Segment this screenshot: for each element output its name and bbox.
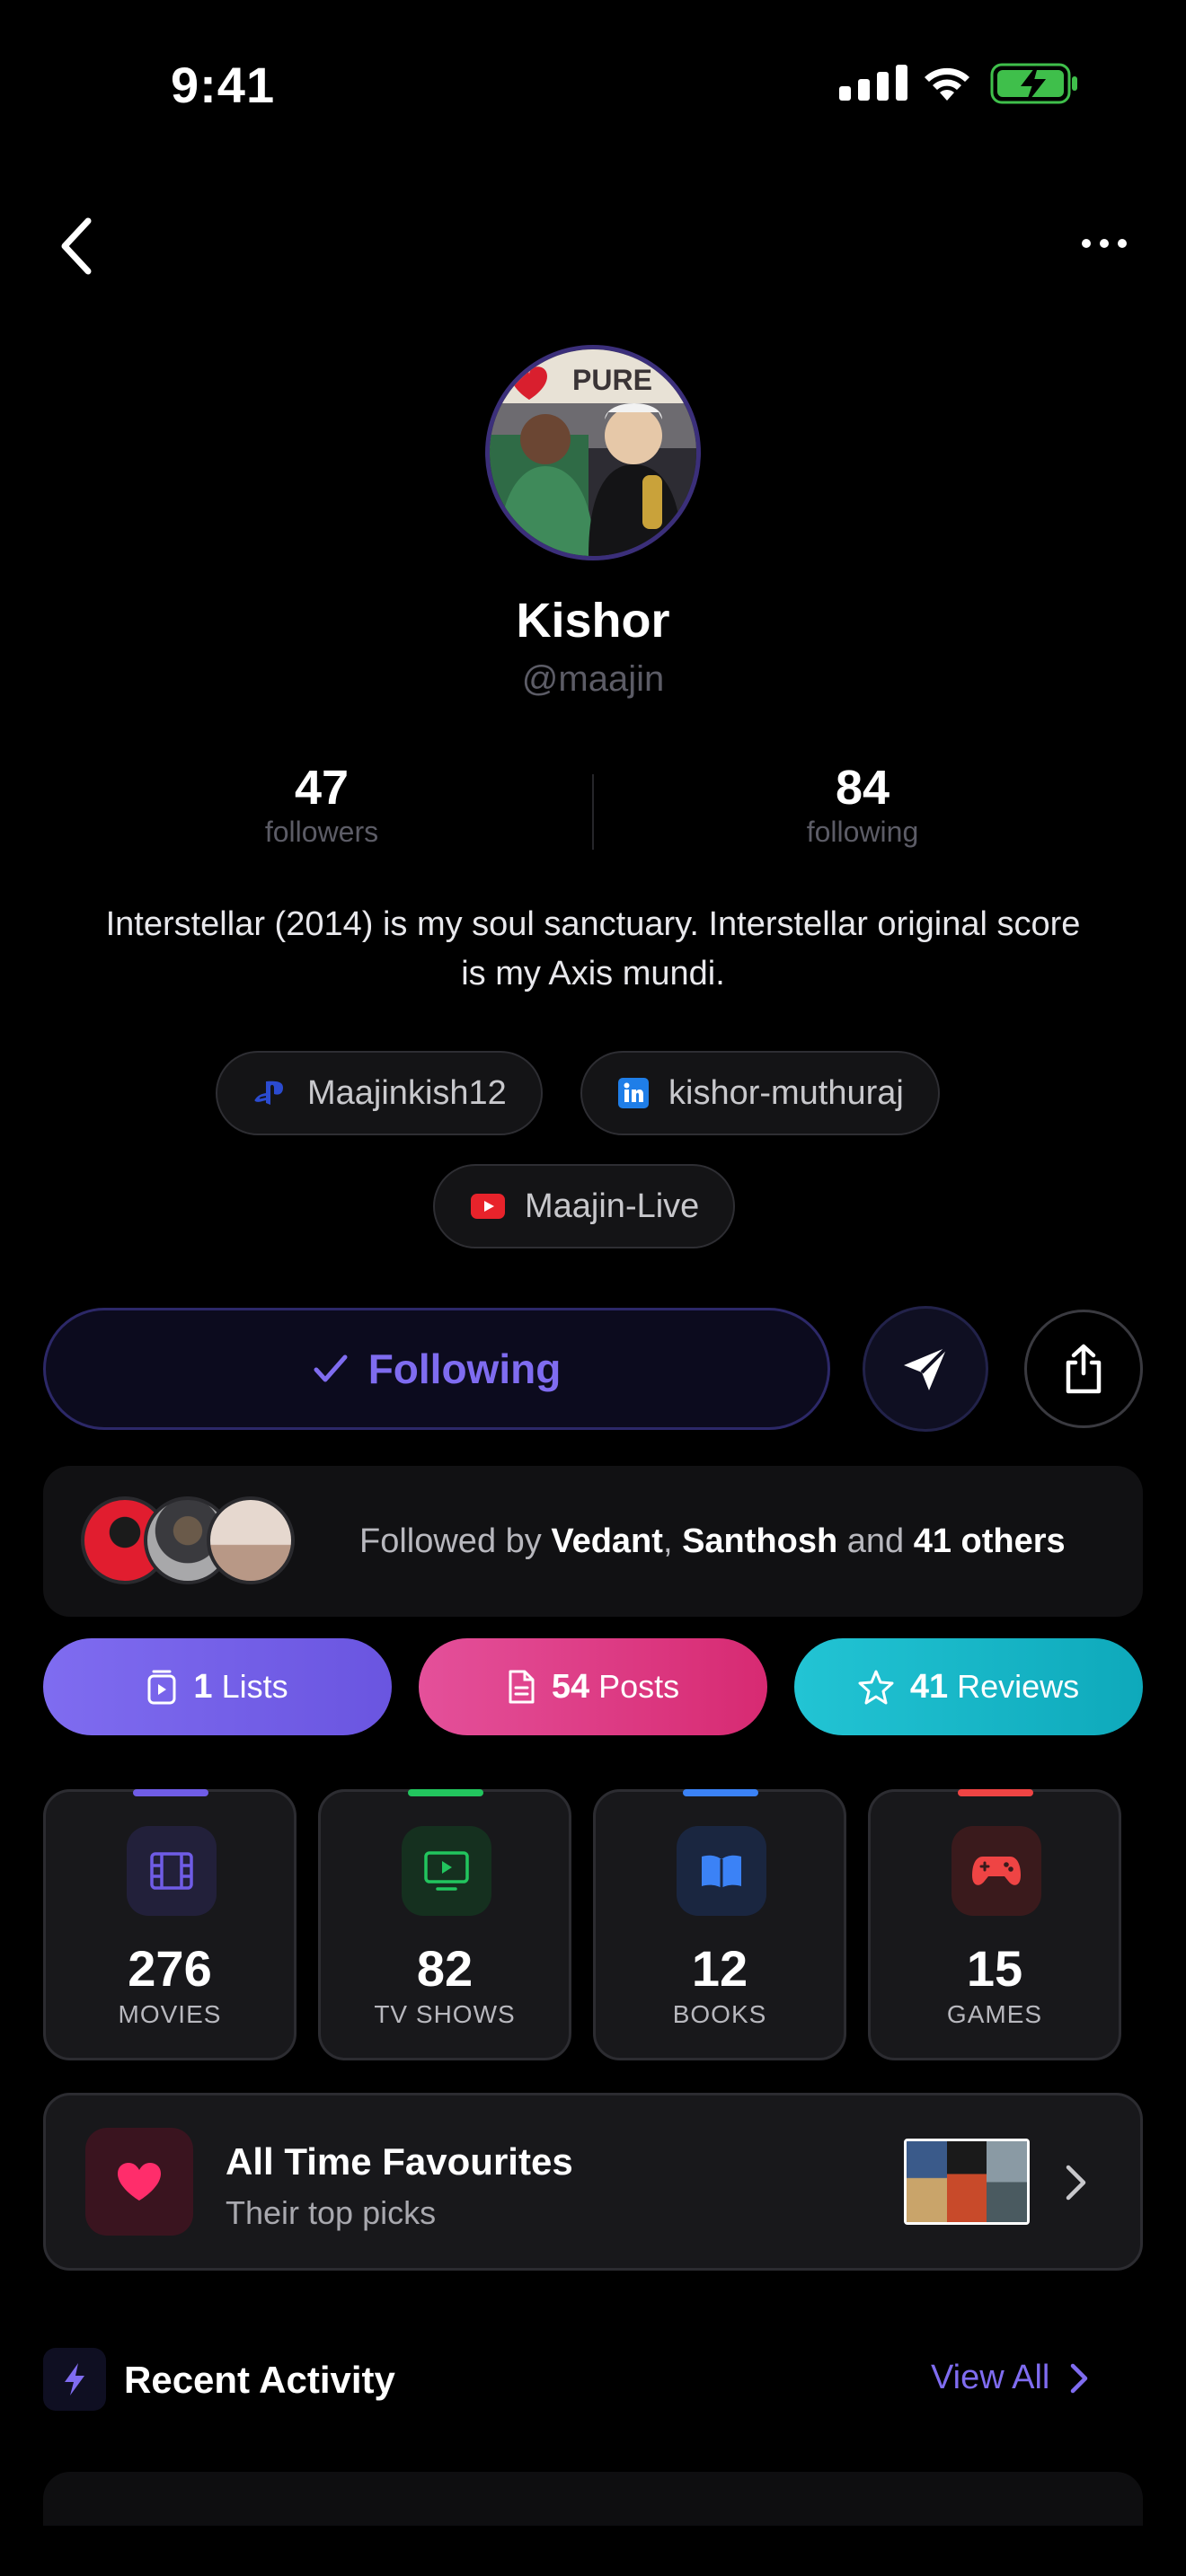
card-accent [133,1789,208,1796]
heart-icon [85,2128,193,2236]
movies-card[interactable]: 276 MOVIES [43,1789,296,2060]
more-icon [1082,239,1091,248]
following-button[interactable]: Following [43,1308,830,1430]
linkedin-link[interactable]: kishor-muthuraj [580,1051,940,1135]
games-count: 15 [966,1940,1023,1997]
paper-plane-icon [904,1345,949,1390]
back-button[interactable] [58,217,93,279]
share-button[interactable] [1024,1310,1143,1428]
profile-handle: @maajin [521,659,665,699]
following-label: following [806,816,919,848]
following-count: 84 [835,761,890,815]
games-card[interactable]: 15 GAMES [868,1789,1121,2060]
linkedin-icon [618,1078,649,1108]
battery-charging-icon [990,63,1080,109]
mutual-avatars [81,1496,325,1586]
followers-count: 47 [294,761,350,815]
followers-label: followers [264,816,379,848]
view-all-link[interactable]: View All [931,2359,1089,2397]
books-count: 12 [691,1940,748,1997]
playstation-label: Maajinkish12 [307,1073,507,1112]
stats-divider [592,774,594,850]
followed-by-text: Followed by Vedant, Santhosh and 41 othe… [359,1522,1066,1560]
profile-avatar: PURE [485,345,701,560]
document-icon [509,1670,535,1704]
followers-stat[interactable]: 47 followers [187,760,456,849]
linkedin-label: kishor-muthuraj [668,1073,904,1112]
youtube-link[interactable]: Maajin-Live [433,1164,736,1248]
following-button-label: Following [367,1345,562,1392]
tv-shows-card[interactable]: 82 TV SHOWS [318,1789,571,2060]
chevron-right-icon [1065,2164,1088,2206]
playstation-link[interactable]: Maajinkish12 [216,1051,543,1135]
posts-tab[interactable]: 54 Posts [419,1638,767,1735]
film-icon [127,1826,217,1916]
avatar [207,1496,295,1584]
tv-shows-count: 82 [416,1940,474,1997]
poster-thumbnail [907,2141,947,2222]
recent-activity-title: Recent Activity [124,2359,395,2401]
favourites-title: All Time Favourites [226,2140,573,2183]
poster-thumbnail [946,2141,987,2222]
movies-label: MOVIES [118,2000,222,2028]
books-label: BOOKS [672,2000,767,2028]
mutual-followers[interactable]: Followed by Vedant, Santhosh and 41 othe… [43,1466,1143,1617]
youtube-label: Maajin-Live [525,1187,700,1225]
more-options-button[interactable] [1082,239,1127,248]
activity-card-top [43,2472,1143,2526]
lists-tab[interactable]: 1 Lists [43,1638,392,1735]
send-message-button[interactable] [863,1306,988,1432]
lightning-icon [43,2348,106,2411]
gamepad-icon [951,1826,1041,1916]
view-all-label: View All [931,2359,1050,2396]
movies-count: 276 [128,1940,212,1997]
card-accent [408,1789,483,1796]
status-time: 9:41 [171,57,276,113]
playstation-icon [254,1081,283,1105]
cellular-signal-icon [839,65,907,101]
tv-shows-label: TV SHOWS [374,2000,516,2028]
favourites-posters [904,2139,1030,2225]
games-label: GAMES [946,2000,1043,2028]
reviews-tab[interactable]: 41 Reviews [794,1638,1143,1735]
poster-thumbnail [987,2141,1027,2222]
chevron-right-icon [1071,2363,1088,2393]
tv-icon [402,1826,491,1916]
card-accent [958,1789,1033,1796]
profile-name: Kishor [516,594,670,648]
favourites-card[interactable]: All Time Favourites Their top picks [43,2093,1143,2271]
list-box-icon [147,1670,176,1705]
book-icon [677,1826,766,1916]
star-icon [858,1670,894,1705]
books-card[interactable]: 12 BOOKS [593,1789,846,2060]
card-accent [683,1789,758,1796]
share-icon [1066,1344,1102,1394]
avatar-sign-text: PURE [572,364,652,396]
youtube-icon [471,1194,505,1219]
following-stat[interactable]: 84 following [728,760,997,849]
checkmark-icon [314,1354,348,1382]
wifi-icon [920,59,974,107]
profile-bio: Interstellar (2014) is my soul sanctuary… [105,905,1081,992]
favourites-subtitle: Their top picks [226,2194,437,2231]
